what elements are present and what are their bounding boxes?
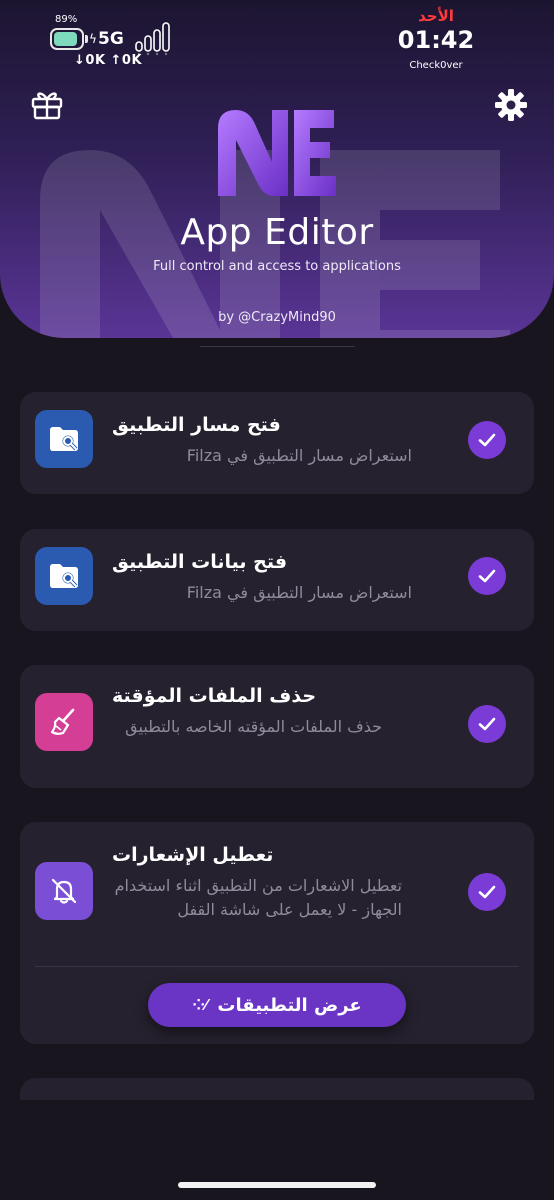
card-description: حذف الملفات المؤقته الخاصه بالتطبيق — [125, 717, 382, 736]
author-credit: by @CrazyMind90 — [218, 310, 336, 325]
folder-search-icon — [35, 410, 93, 468]
header-divider — [200, 346, 355, 347]
battery-icon — [50, 28, 84, 50]
gift-button[interactable] — [30, 88, 64, 120]
action-card-disable-notifications[interactable]: تعطيل الإشعارات تعطيل الاشعارات من التطب… — [20, 822, 534, 1044]
card-title: فتح بيانات التطبيق — [112, 551, 288, 573]
card-divider — [35, 966, 519, 967]
status-bar-left: 89% ϟ 5G ↓0K ↑0K — [48, 12, 188, 72]
card-title: حذف الملفات المؤقتة — [112, 685, 317, 707]
enabled-checkmark-icon[interactable] — [468, 557, 506, 595]
action-card-open-app-path[interactable]: فتح مسار التطبيق استعراض مسار التطبيق في… — [20, 392, 534, 494]
card-title: تعطيل الإشعارات — [112, 844, 274, 866]
enabled-checkmark-icon[interactable] — [468, 421, 506, 459]
app-title: App Editor — [180, 212, 374, 253]
battery-percent: 89% — [55, 14, 78, 25]
status-bar-right: الأحد 01:42 Check0ver — [386, 6, 486, 80]
card-description: تعطيل الاشعارات من التطبيق اثناء استخدام… — [114, 876, 402, 919]
settings-button[interactable] — [494, 88, 528, 122]
action-card-clear-temp-files[interactable]: حذف الملفات المؤقتة حذف الملفات المؤقته … — [20, 665, 534, 788]
show-apps-label: عرض التطبيقات — [217, 994, 362, 1016]
battery-tip — [85, 35, 88, 43]
weekday-label: الأحد — [418, 7, 454, 25]
network-type: 5G — [98, 29, 124, 49]
broom-icon — [35, 693, 93, 751]
app-logo — [218, 110, 336, 196]
clock: 01:42 — [397, 26, 475, 54]
next-card-partial — [20, 1078, 534, 1100]
app-subtitle: Full control and access to applications — [153, 259, 401, 274]
card-description: استعراض مسار التطبيق في Filza — [186, 583, 412, 602]
charging-icon: ϟ — [89, 32, 97, 46]
enabled-checkmark-icon[interactable] — [468, 705, 506, 743]
gift-icon — [31, 92, 63, 120]
folder-search-icon — [35, 547, 93, 605]
show-apps-button[interactable]: عرض التطبيقات ⁘⁄ — [148, 983, 406, 1027]
action-card-open-app-data[interactable]: فتح بيانات التطبيق استعراض مسار التطبيق … — [20, 529, 534, 631]
network-speed: ↓0K ↑0K — [74, 53, 143, 68]
card-description: استعراض مسار التطبيق في Filza — [186, 446, 412, 465]
bell-slash-icon — [35, 862, 93, 920]
carrier-label: Check0ver — [409, 60, 463, 71]
home-indicator[interactable] — [178, 1182, 376, 1188]
enabled-checkmark-icon[interactable] — [468, 873, 506, 911]
sparkle-icon: ⁘⁄ — [192, 996, 208, 1014]
signal-strength-icon — [135, 22, 170, 56]
gear-icon — [495, 89, 527, 121]
card-title: فتح مسار التطبيق — [112, 414, 281, 436]
